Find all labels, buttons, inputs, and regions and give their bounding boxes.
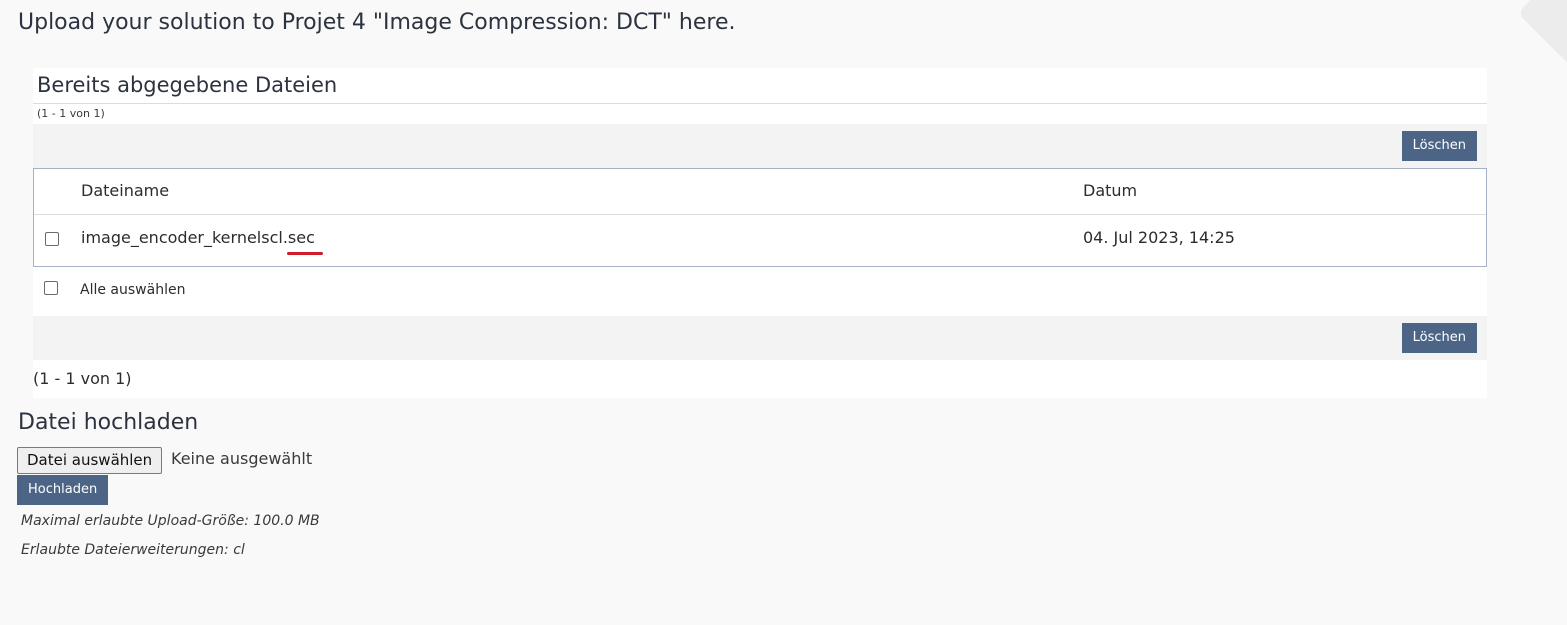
divider	[33, 103, 1487, 104]
corner-decoration	[1517, 0, 1567, 70]
upload-page: Upload your solution to Projet 4 "Image …	[0, 0, 1567, 625]
max-size-hint: Maximal erlaubte Upload-Größe: 100.0 MB	[21, 513, 320, 529]
delete-button-top[interactable]: Löschen	[1401, 131, 1477, 161]
pagination-range-bottom: (1 - 1 von 1)	[33, 369, 132, 388]
row-checkbox[interactable]	[45, 232, 59, 246]
select-all[interactable]: Alle auswählen	[33, 273, 433, 303]
allowed-extensions-hint: Erlaubte Dateierweiterungen: cl	[21, 542, 245, 558]
toolbar-top: Löschen	[33, 124, 1487, 168]
table-header: Dateiname Datum	[34, 169, 1486, 215]
panel-title: Bereits abgegebene Dateien	[37, 73, 338, 97]
table-row: image_encoder_kernelscl.sec 04. Jul 2023…	[34, 215, 1486, 267]
upload-button[interactable]: Hochladen	[17, 475, 109, 505]
select-all-label[interactable]: Alle auswählen	[80, 282, 185, 298]
toolbar-bottom: Löschen	[33, 316, 1487, 360]
file-date: 04. Jul 2023, 14:25	[1083, 228, 1235, 247]
column-header-filename[interactable]: Dateiname	[81, 181, 169, 200]
pagination-range-top: (1 - 1 von 1)	[37, 107, 105, 120]
column-header-date[interactable]: Datum	[1083, 181, 1137, 200]
annotation-underline	[287, 252, 323, 255]
choose-file-button[interactable]: Datei auswählen	[17, 447, 163, 474]
file-name: image_encoder_kernelscl.sec	[81, 228, 315, 247]
file-selection-status: Keine ausgewählt	[171, 449, 313, 468]
upload-section-title: Datei hochladen	[18, 410, 199, 435]
files-table: Dateiname Datum image_encoder_kernelscl.…	[33, 168, 1487, 267]
submitted-files-panel: Bereits abgegebene Dateien (1 - 1 von 1)…	[33, 68, 1487, 398]
select-all-checkbox[interactable]	[44, 281, 58, 295]
delete-button-bottom[interactable]: Löschen	[1401, 323, 1477, 353]
page-intro: Upload your solution to Projet 4 "Image …	[18, 10, 736, 35]
